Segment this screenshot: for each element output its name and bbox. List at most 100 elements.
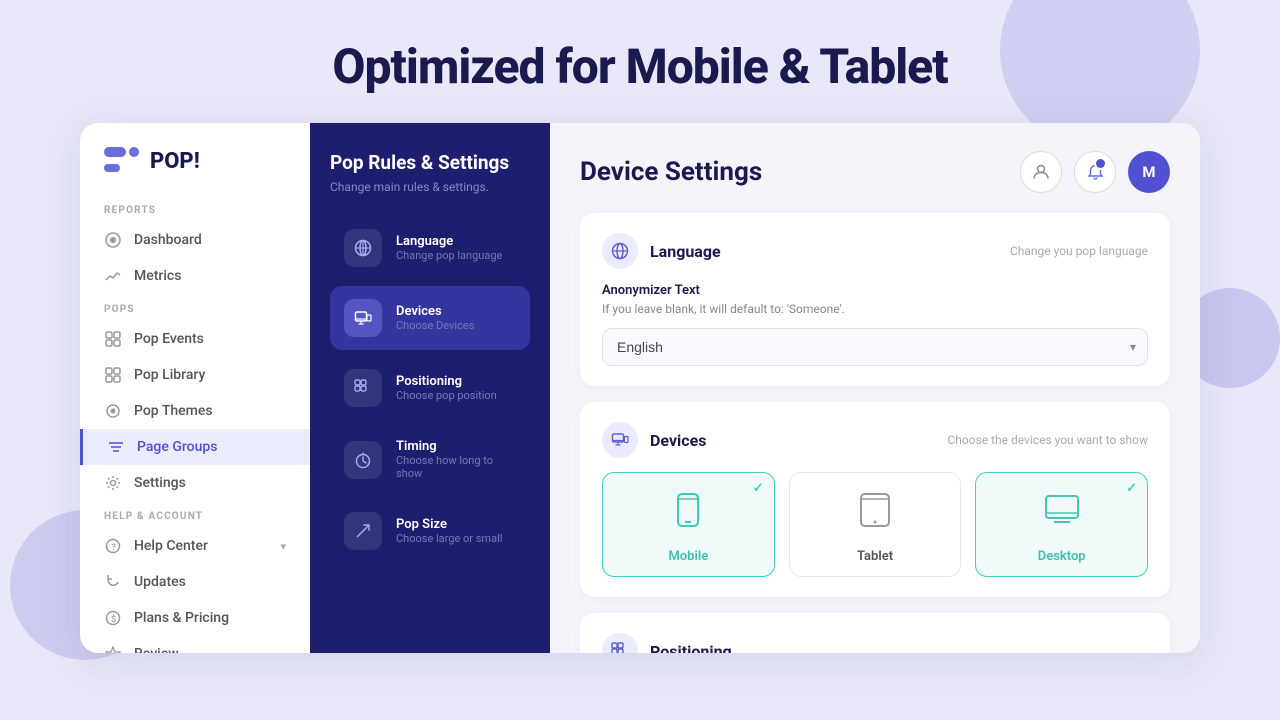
positioning-menu-icon [344,369,382,407]
pop-size-menu-text: Pop Size Choose large or small [396,517,502,545]
header-actions: M [1020,151,1170,193]
devices-card-header: Devices Choose the devices you want to s… [602,422,1148,458]
updates-label: Updates [134,574,186,590]
tablet-label: Tablet [857,549,893,564]
language-menu-text: Language Change pop language [396,234,502,262]
devices-card-icon [602,422,638,458]
section-label-reports: REPORTS [80,195,310,222]
sidebar-item-dashboard[interactable]: Dashboard [80,222,310,258]
device-cards-container: ✓ Mobile Tablet ✓ [602,472,1148,577]
notification-button[interactable] [1074,151,1116,193]
middle-panel-subtitle: Change main rules & settings. [330,180,530,194]
right-panel: Device Settings M Langu [550,123,1200,653]
devices-title-row: Devices [602,422,706,458]
logo-text: POP! [150,149,200,174]
pop-events-icon [104,330,122,348]
language-card-header: Language Change you pop language [602,233,1148,269]
menu-item-positioning[interactable]: Positioning Choose pop position [330,356,530,420]
updates-icon [104,573,122,591]
sidebar-item-settings[interactable]: Settings [80,465,310,501]
main-container: POP! REPORTS Dashboard Metrics POPS Pop … [80,123,1200,653]
language-title-row: Language [602,233,721,269]
metrics-icon [104,267,122,285]
page-header: Optimized for Mobile & Tablet [0,0,1280,123]
language-select[interactable]: English Spanish French German Japanese [602,328,1148,366]
language-select-wrapper: English Spanish French German Japanese ▾ [602,328,1148,366]
dashboard-icon [104,231,122,249]
sidebar-item-page-groups[interactable]: Page Groups [80,429,310,465]
language-card-icon [602,233,638,269]
help-center-chevron-icon: ▾ [280,540,286,553]
svg-text:?: ? [112,543,117,553]
help-center-icon: ? [104,537,122,555]
device-card-desktop[interactable]: ✓ Desktop [975,472,1148,577]
device-card-mobile[interactable]: ✓ Mobile [602,472,775,577]
dashboard-label: Dashboard [134,232,202,248]
avatar-button[interactable]: M [1128,151,1170,193]
plans-pricing-icon: $ [104,609,122,627]
review-icon [104,645,122,653]
pop-themes-icon [104,402,122,420]
sidebar-item-pop-themes[interactable]: Pop Themes [80,393,310,429]
pop-size-menu-icon [344,512,382,550]
right-panel-title: Device Settings [580,157,762,187]
sidebar-item-review[interactable]: Review [80,636,310,653]
devices-menu-icon [344,299,382,337]
page-groups-icon [107,438,125,456]
plans-pricing-label: Plans & Pricing [134,610,229,626]
positioning-card-icon [602,633,638,653]
positioning-card-title: Positioning [650,642,732,654]
sidebar-item-pop-library[interactable]: Pop Library [80,357,310,393]
page-groups-label: Page Groups [137,439,217,455]
page-title: Optimized for Mobile & Tablet [0,38,1280,95]
menu-item-pop-size[interactable]: Pop Size Choose large or small [330,499,530,563]
mobile-check-icon: ✓ [753,481,764,496]
review-label: Review [134,646,179,653]
anonymizer-hint: If you leave blank, it will default to: … [602,302,1148,316]
logo-icon [104,147,140,175]
menu-item-language[interactable]: Language Change pop language [330,216,530,280]
desktop-device-icon [1041,489,1083,541]
sidebar-logo: POP! [80,147,310,195]
right-panel-header: Device Settings M [580,151,1170,193]
devices-menu-text: Devices Choose Devices [396,304,474,332]
devices-card-title: Devices [650,431,706,450]
section-label-help: HELP & ACCOUNT [80,501,310,528]
tablet-device-icon [854,489,896,541]
timing-menu-icon [344,441,382,479]
desktop-label: Desktop [1038,549,1086,564]
mobile-device-icon [667,489,709,541]
desktop-check-icon: ✓ [1126,481,1137,496]
timing-menu-text: Timing Choose how long to show [396,439,516,480]
devices-card-desc: Choose the devices you want to show [947,433,1148,447]
sidebar-item-plans-pricing[interactable]: $ Plans & Pricing [80,600,310,636]
middle-panel-title: Pop Rules & Settings [330,151,530,174]
devices-card: Devices Choose the devices you want to s… [580,402,1170,597]
sidebar-item-metrics[interactable]: Metrics [80,258,310,294]
anonymizer-label: Anonymizer Text [602,283,1148,298]
middle-panel: Pop Rules & Settings Change main rules &… [310,123,550,653]
help-center-label: Help Center [134,538,208,554]
pop-library-icon [104,366,122,384]
sidebar: POP! REPORTS Dashboard Metrics POPS Pop … [80,123,310,653]
pop-events-label: Pop Events [134,331,204,347]
positioning-card: Positioning [580,613,1170,653]
device-card-tablet[interactable]: Tablet [789,472,962,577]
user-button[interactable] [1020,151,1062,193]
sidebar-item-updates[interactable]: Updates [80,564,310,600]
sidebar-item-help-center[interactable]: ? Help Center ▾ [80,528,310,564]
positioning-card-header: Positioning [602,633,1148,653]
section-label-pops: POPS [80,294,310,321]
language-card-desc: Change you pop language [1010,244,1148,258]
metrics-label: Metrics [134,268,181,284]
pop-themes-label: Pop Themes [134,403,213,419]
menu-item-devices[interactable]: Devices Choose Devices [330,286,530,350]
language-card: Language Change you pop language Anonymi… [580,213,1170,386]
mobile-label: Mobile [668,549,708,564]
settings-label: Settings [134,475,186,491]
sidebar-item-pop-events[interactable]: Pop Events [80,321,310,357]
avatar-initials: M [1142,163,1155,181]
settings-icon [104,474,122,492]
svg-text:$: $ [111,614,116,625]
menu-item-timing[interactable]: Timing Choose how long to show [330,426,530,493]
